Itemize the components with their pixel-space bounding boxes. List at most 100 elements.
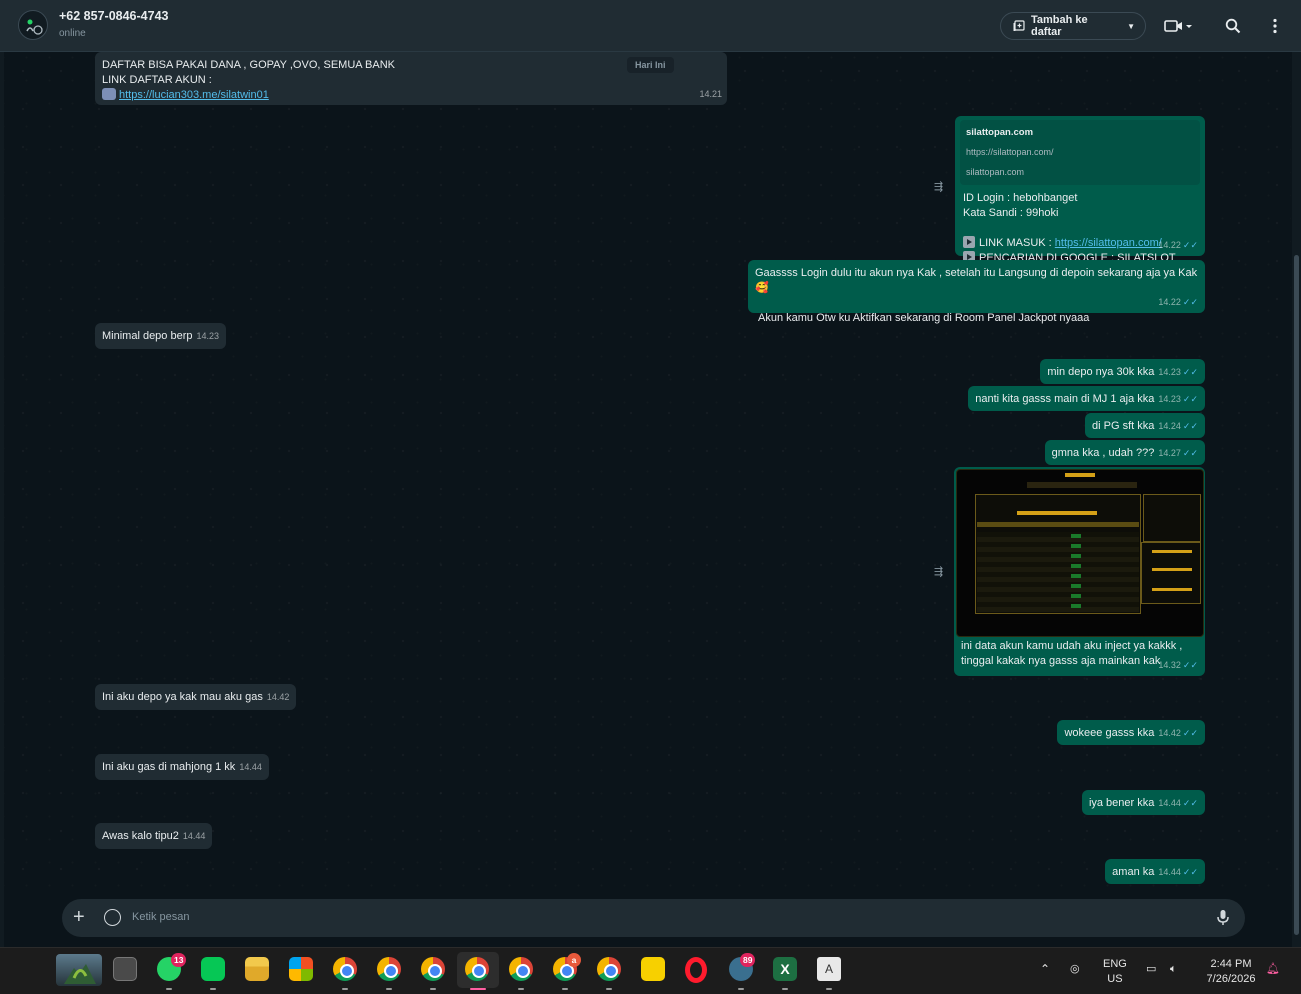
screenshot-image[interactable] bbox=[956, 469, 1204, 637]
document-app-icon[interactable]: A bbox=[817, 957, 841, 981]
message-incoming[interactable]: Awas kalo tipu2 14.44 bbox=[95, 823, 213, 849]
region-label: US bbox=[1107, 973, 1123, 985]
preview-host: silattopan.com bbox=[966, 167, 1025, 177]
contact-status: online bbox=[59, 28, 86, 39]
arrow-right-icon bbox=[102, 88, 116, 100]
opera-icon[interactable] bbox=[685, 957, 707, 983]
message-time-status: 14.22 ✓✓ bbox=[1158, 295, 1198, 310]
message-time: 14.22 bbox=[1158, 297, 1181, 307]
message-outgoing[interactable]: aman ka 14.44 ✓✓ bbox=[1105, 859, 1205, 884]
message-outgoing[interactable]: Gaassss Login dulu itu akun nya Kak , se… bbox=[748, 260, 1205, 324]
message-text: LINK DAFTAR AKUN : bbox=[102, 74, 212, 86]
message-outgoing[interactable]: min depo nya 30k kka 14.23 ✓✓ bbox=[1040, 359, 1205, 384]
clock-date: 7/26/2026 bbox=[1206, 973, 1256, 985]
message-time: 14.21 bbox=[699, 89, 722, 99]
running-indicator bbox=[518, 988, 524, 990]
display-icon[interactable]: ▭ bbox=[1146, 962, 1156, 977]
chrome-icon[interactable] bbox=[597, 957, 621, 981]
message-text: gmna kka , udah ??? bbox=[1051, 447, 1155, 459]
message-text: iya bener kka bbox=[1088, 797, 1155, 809]
chat-header: +62 857-0846-4743 online Tambah ke dafta… bbox=[0, 0, 1301, 52]
clock[interactable]: 2:44 PM 7/26/2026 bbox=[1198, 957, 1264, 987]
volume-icon[interactable]: 🔈︎ bbox=[1170, 962, 1177, 977]
notification-bell-icon[interactable]: 🔔︎ bbox=[1266, 962, 1280, 977]
message-text: LINK MASUK : bbox=[979, 237, 1055, 249]
running-indicator bbox=[210, 988, 216, 990]
running-indicator bbox=[826, 988, 832, 990]
chrome-icon[interactable] bbox=[509, 957, 533, 981]
chrome-icon[interactable] bbox=[333, 957, 357, 981]
microphone-icon[interactable] bbox=[1217, 909, 1229, 929]
chrome-icon[interactable] bbox=[421, 957, 445, 981]
message-text: Awas kalo tipu2 bbox=[102, 830, 179, 842]
preview-url: https://silattopan.com/ bbox=[966, 147, 1054, 157]
menu-button[interactable] bbox=[1264, 16, 1286, 36]
message-composer[interactable] bbox=[62, 899, 1245, 937]
message-text: ini data akun kamu udah aku inject ya ka… bbox=[961, 640, 1183, 652]
clock-time: 2:44 PM bbox=[1210, 958, 1252, 970]
line-icon[interactable] bbox=[201, 957, 225, 981]
chevron-down-icon: ▼ bbox=[1127, 21, 1135, 31]
store-icon[interactable] bbox=[289, 957, 313, 981]
contact-avatar[interactable] bbox=[18, 10, 48, 40]
message-time: 14.32 bbox=[1158, 660, 1181, 670]
message-time: 14.44 bbox=[182, 831, 206, 841]
running-indicator bbox=[782, 988, 788, 990]
message-outgoing-image[interactable]: ini data akun kamu udah aku inject ya ka… bbox=[954, 467, 1205, 676]
message-text: Minimal depo berp bbox=[102, 330, 193, 342]
message-outgoing[interactable]: iya bener kka 14.44 ✓✓ bbox=[1081, 790, 1205, 815]
link-preview[interactable]: silattopan.com https://silattopan.com/ s… bbox=[960, 120, 1200, 185]
more-vertical-icon bbox=[1273, 18, 1277, 34]
sticker-icon[interactable] bbox=[104, 909, 121, 926]
list-add-icon bbox=[1013, 20, 1025, 31]
forward-icon[interactable]: ⇶ bbox=[934, 180, 943, 193]
contact-name[interactable]: +62 857-0846-4743 bbox=[59, 9, 168, 23]
running-indicator bbox=[342, 988, 348, 990]
language-indicator[interactable]: ENG US bbox=[1103, 957, 1127, 987]
read-tick-icon: ✓✓ bbox=[1182, 297, 1198, 307]
avatar-icon bbox=[26, 19, 43, 35]
chrome-icon[interactable] bbox=[465, 957, 489, 981]
message-link[interactable]: https://silattopan.com/ bbox=[1055, 237, 1162, 249]
excel-icon[interactable]: X bbox=[773, 957, 797, 981]
message-text: wokeee gasss kka bbox=[1064, 727, 1155, 739]
message-outgoing[interactable]: wokeee gasss kka 14.42 ✓✓ bbox=[1057, 720, 1205, 745]
message-outgoing[interactable]: di PG sft kka 14.24 ✓✓ bbox=[1085, 413, 1205, 438]
read-tick-icon: ✓✓ bbox=[1182, 448, 1198, 458]
add-to-list-button[interactable]: Tambah ke daftar ▼ bbox=[1000, 12, 1146, 40]
message-text: min depo nya 30k kka bbox=[1047, 366, 1155, 378]
running-indicator bbox=[606, 988, 612, 990]
task-view-icon[interactable] bbox=[113, 957, 137, 981]
message-time: 14.24 bbox=[1158, 421, 1181, 431]
chat-scroll-thumb[interactable] bbox=[1294, 255, 1299, 935]
chevron-up-icon[interactable]: ⌃ bbox=[1040, 962, 1050, 977]
search-icon bbox=[1225, 18, 1241, 34]
attach-plus-icon[interactable]: + bbox=[73, 906, 85, 929]
network-icon[interactable]: ◎ bbox=[1070, 962, 1080, 977]
message-time: 14.22 bbox=[1158, 240, 1181, 250]
widgets-icon[interactable] bbox=[56, 954, 102, 986]
message-input[interactable]: Ketik pesan bbox=[132, 911, 189, 923]
search-button[interactable] bbox=[1222, 16, 1244, 36]
message-text: Ini aku gas di mahjong 1 kk bbox=[102, 761, 236, 773]
message-outgoing[interactable]: silattopan.com https://silattopan.com/ s… bbox=[955, 116, 1205, 264]
message-incoming[interactable]: Ini aku depo ya kak mau aku gas 14.42 bbox=[95, 684, 297, 710]
read-tick-icon: ✓✓ bbox=[1182, 728, 1198, 738]
message-incoming[interactable]: Ini aku gas di mahjong 1 kk 14.44 bbox=[95, 754, 269, 780]
message-link[interactable]: https://lucian303.me/silatwin01 bbox=[119, 89, 269, 101]
message-time-status: 14.32 ✓✓ bbox=[1158, 658, 1198, 673]
read-tick-icon: ✓✓ bbox=[1182, 394, 1198, 404]
message-emoji: 🥰 bbox=[755, 282, 769, 294]
message-outgoing[interactable]: nanti kita gasss main di MJ 1 aja kka 14.… bbox=[968, 386, 1205, 411]
chrome-icon[interactable] bbox=[377, 957, 401, 981]
read-tick-icon: ✓✓ bbox=[1182, 798, 1198, 808]
add-to-list-label: Tambah ke daftar bbox=[1030, 14, 1088, 38]
file-explorer-icon[interactable] bbox=[245, 957, 269, 981]
message-time: 14.23 bbox=[1158, 367, 1181, 377]
message-outgoing[interactable]: gmna kka , udah ??? 14.27 ✓✓ bbox=[1044, 440, 1205, 465]
video-call-button[interactable] bbox=[1160, 16, 1196, 36]
sticky-notes-icon[interactable] bbox=[641, 957, 665, 981]
message-time: 14.23 bbox=[196, 331, 220, 341]
forward-icon[interactable]: ⇶ bbox=[934, 565, 943, 578]
message-incoming[interactable]: Minimal depo berp 14.23 bbox=[95, 323, 227, 349]
